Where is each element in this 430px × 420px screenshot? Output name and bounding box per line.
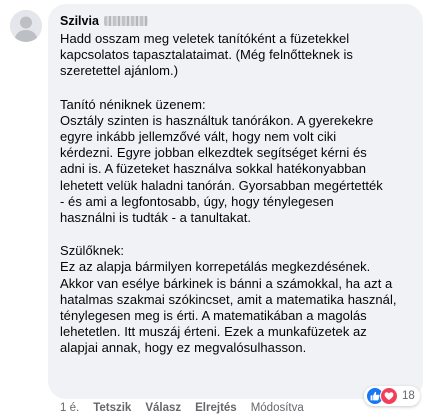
comment-paragraph: Szülőknek: Ez az alapja bármilyen korrep… (60, 243, 397, 356)
comment-item: Szilvia Hadd osszam meg veletek tanítóké… (0, 0, 430, 420)
reply-button[interactable]: Válasz (145, 402, 181, 414)
like-button[interactable]: Tetszik (93, 402, 131, 414)
redacted-surname (103, 16, 148, 26)
timestamp-link[interactable]: 1 é. (60, 402, 79, 414)
author-line: Szilvia (60, 12, 411, 30)
comment-bubble: Szilvia Hadd osszam meg veletek tanítóké… (48, 4, 423, 399)
hide-button[interactable]: Elrejtés (195, 402, 237, 414)
comment-text: Hadd osszam meg veletek tanítóként a füz… (60, 31, 411, 357)
author-name[interactable]: Szilvia (60, 14, 99, 28)
default-avatar-icon (10, 10, 42, 42)
avatar[interactable] (10, 10, 42, 42)
reaction-summary[interactable]: 18 (364, 386, 420, 406)
comment-paragraph: Tanító néniknek üzenem: Osztály szinten … (60, 96, 383, 226)
love-icon (380, 387, 398, 405)
edited-label[interactable]: Módosítva (251, 402, 304, 414)
comment-actions: 1 é. Tetszik Válasz Elrejtés Módosítva (60, 400, 304, 416)
reaction-count: 18 (402, 390, 415, 402)
comment-paragraph: Hadd osszam meg veletek tanítóként a füz… (60, 31, 353, 79)
